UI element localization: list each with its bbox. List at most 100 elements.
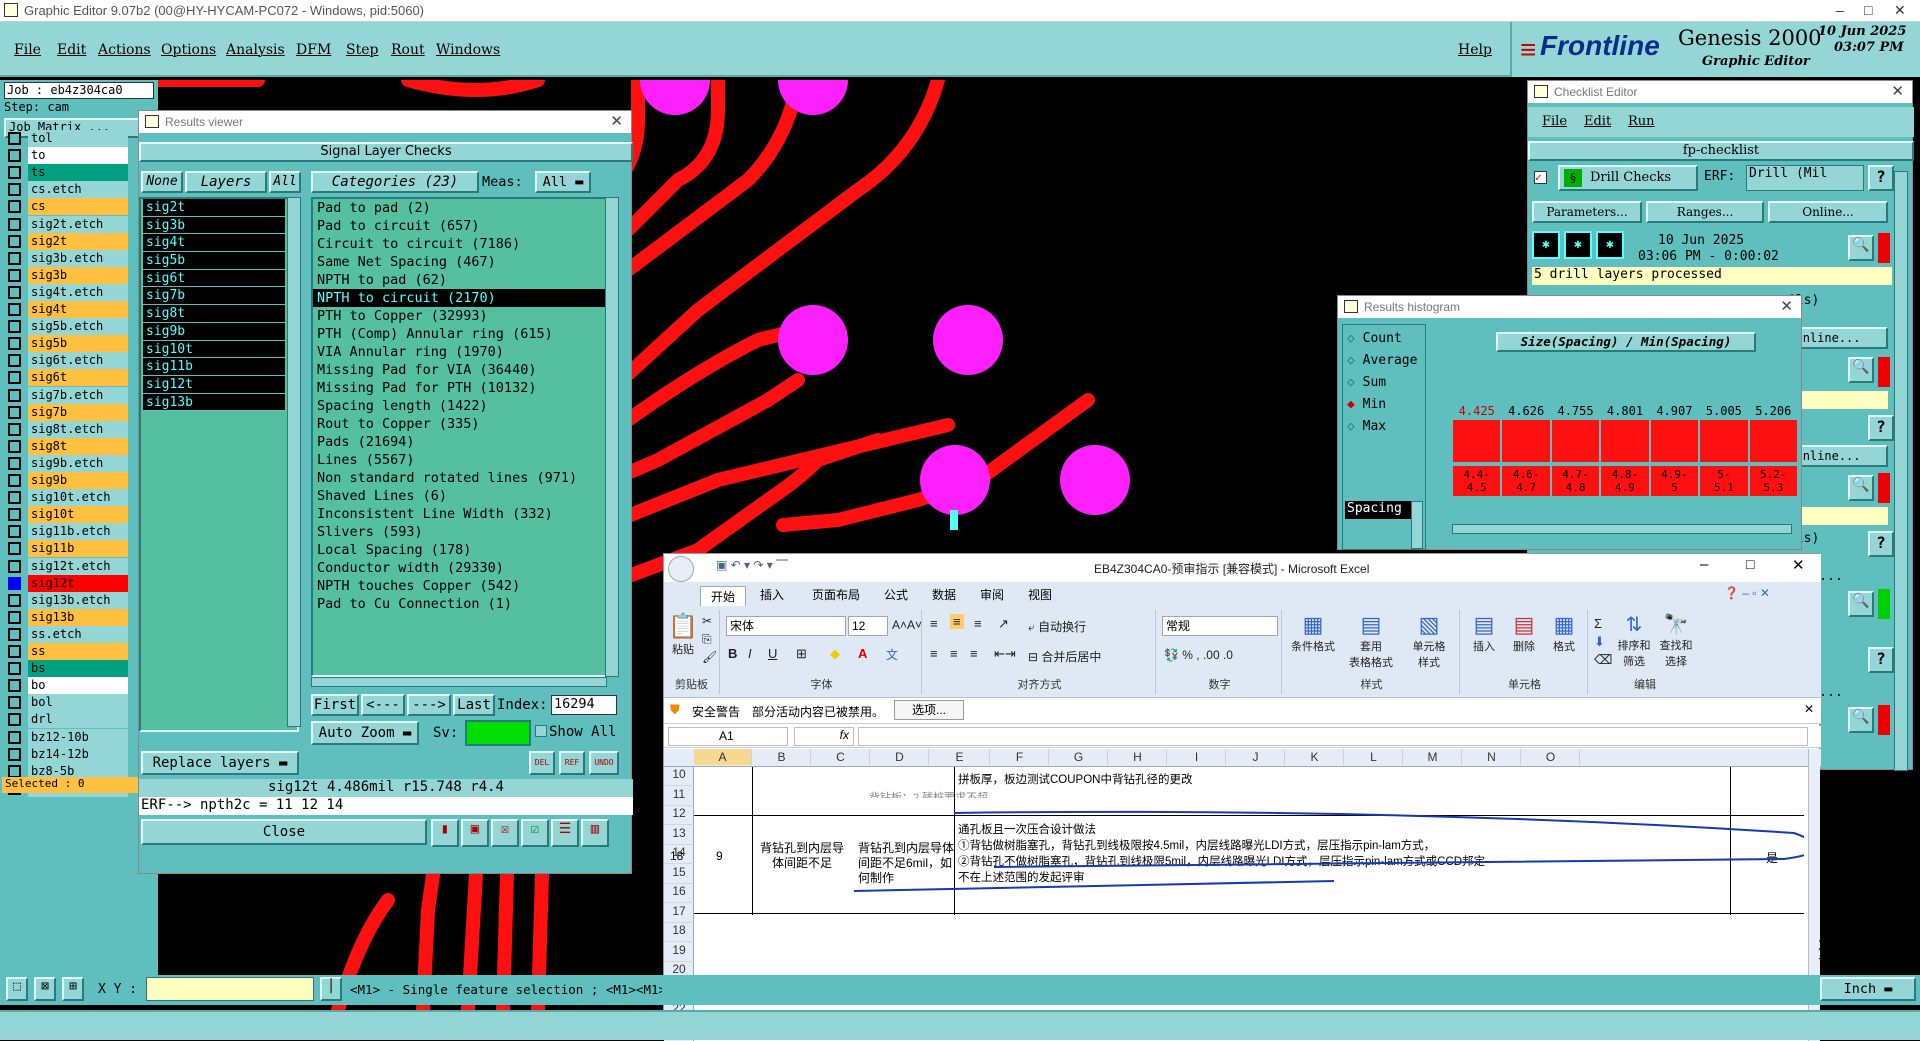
layer-checkbox[interactable]: [8, 268, 21, 282]
run-remote-icon[interactable]: ✱: [1596, 231, 1624, 259]
layer-row[interactable]: cs.etch: [6, 181, 128, 199]
layer-name[interactable]: ss: [28, 643, 128, 660]
drill-checks-button[interactable]: § Drill Checks: [1558, 165, 1698, 191]
layer-checkbox[interactable]: [8, 730, 21, 744]
category-item[interactable]: Non standard rotated lines (971): [313, 469, 605, 487]
layer-row[interactable]: tol: [6, 130, 128, 147]
italic-icon[interactable]: I: [748, 646, 752, 661]
menu-options[interactable]: Options: [161, 42, 216, 58]
align-left-icon[interactable]: ≡: [930, 646, 938, 661]
checklist-menu-run[interactable]: Run: [1628, 114, 1655, 129]
layer-name[interactable]: sig13b.etch: [28, 591, 128, 609]
cut-icon[interactable]: ✂: [702, 614, 712, 628]
layer-checkbox[interactable]: [8, 337, 21, 351]
minimize-button[interactable]: –: [1836, 2, 1844, 18]
ribbon-tab[interactable]: 插入: [760, 586, 784, 603]
layer-checkbox[interactable]: [8, 713, 21, 727]
layer-name[interactable]: cs: [28, 198, 128, 216]
checklist-help-button-4[interactable]: ?: [1868, 647, 1894, 673]
excel-help-icon[interactable]: ❓ – ▫ ✕: [1724, 586, 1770, 600]
layer-checkbox[interactable]: [8, 747, 21, 761]
column-header[interactable]: H: [1109, 749, 1167, 765]
layer-name[interactable]: sig6t: [28, 369, 128, 387]
layer-name[interactable]: sig8t.etch: [28, 420, 128, 438]
column-header[interactable]: D: [871, 749, 929, 765]
layer-checkbox[interactable]: [8, 508, 21, 522]
find-select-button[interactable]: 🔭 查找和 选择: [1656, 612, 1696, 669]
orientation-icon[interactable]: ↗: [998, 616, 1009, 632]
layer-row[interactable]: sig10t.etch: [6, 489, 128, 507]
menu-edit[interactable]: Edit: [57, 42, 86, 58]
layer-name[interactable]: sig9b: [28, 472, 128, 489]
layer-name[interactable]: sig10t: [28, 506, 128, 524]
layer-name[interactable]: sig7b: [28, 403, 128, 421]
zoom-results-icon-3[interactable]: 🔍: [1848, 475, 1874, 501]
layer-checkbox[interactable]: [8, 474, 21, 487]
del-button[interactable]: DEL: [529, 751, 555, 775]
row-header[interactable]: 10: [664, 767, 694, 786]
layer-row[interactable]: bz14-12b: [6, 745, 128, 763]
meas-dropdown[interactable]: All ▬: [535, 171, 591, 193]
layer-row[interactable]: ss: [6, 643, 128, 660]
layer-row[interactable]: sig12t.etch: [6, 557, 128, 575]
check-enabled-checkbox[interactable]: ✓: [1534, 171, 1547, 184]
category-item[interactable]: Shaved Lines (6): [313, 487, 605, 505]
layer-row[interactable]: bz12-10b: [6, 728, 128, 746]
category-item[interactable]: Slivers (593): [313, 523, 605, 541]
align-bottom-icon[interactable]: ≡: [974, 616, 982, 631]
histogram-bar[interactable]: [1453, 420, 1501, 462]
layer-checkbox[interactable]: [8, 285, 21, 299]
close-button[interactable]: ✕: [1894, 2, 1906, 19]
category-item[interactable]: PTH (Comp) Annular ring (615): [313, 325, 605, 343]
histogram-option[interactable]: ◇ Count: [1347, 331, 1402, 346]
layer-checkbox[interactable]: [8, 679, 21, 693]
layer-checkbox[interactable]: [8, 525, 21, 539]
close-results-button[interactable]: Close: [141, 819, 427, 845]
histogram-bin-label[interactable]: 4.6- 4.7: [1502, 466, 1550, 496]
formula-input[interactable]: [858, 727, 1808, 746]
category-item[interactable]: Missing Pad for VIA (36440): [313, 361, 605, 379]
prev-button[interactable]: <---: [361, 694, 405, 716]
layer-row[interactable]: drl: [6, 711, 128, 729]
auto-zoom-dropdown[interactable]: Auto Zoom ▬: [311, 721, 419, 745]
histogram-close-icon[interactable]: ✕: [1780, 296, 1793, 318]
maximize-button[interactable]: □: [1864, 2, 1872, 18]
number-format-icons[interactable]: 💱 % , .00 .0: [1164, 648, 1233, 662]
ribbon-tab[interactable]: 视图: [1028, 586, 1052, 603]
layer-row[interactable]: sig7b.etch: [6, 386, 128, 404]
histogram-bar[interactable]: [1700, 420, 1748, 462]
align-center-icon[interactable]: ≡: [950, 646, 958, 661]
sv-color-dropdown[interactable]: [465, 720, 531, 746]
layer-name[interactable]: ss.etch: [28, 625, 128, 643]
report-icon[interactable]: ☰: [551, 819, 579, 847]
row-header[interactable]: 19: [664, 943, 694, 962]
format-cells-button[interactable]: ▦ 格式: [1546, 612, 1582, 654]
histogram-bar[interactable]: [1502, 420, 1550, 462]
column-header[interactable]: F: [991, 749, 1049, 765]
bold-icon[interactable]: B: [728, 646, 737, 661]
histogram-hscroll[interactable]: [1452, 524, 1792, 534]
signal-layer-list[interactable]: sig2t sig3b sig4t sig5b sig6t sig7b sig8t sig9b…: [139, 197, 299, 732]
histogram-bar[interactable]: [1650, 420, 1699, 462]
column-header[interactable]: C: [812, 749, 870, 765]
font-size-dropdown[interactable]: 12: [848, 616, 888, 636]
layer-name[interactable]: sig9b.etch: [28, 454, 128, 472]
layer-row[interactable]: ts: [6, 164, 128, 182]
category-item[interactable]: Same Net Spacing (467): [313, 253, 605, 271]
histogram-bin-label[interactable]: 5- 5.1: [1700, 466, 1748, 496]
signal-layer-item[interactable]: sig3b: [143, 216, 285, 235]
zoom-tool-icon[interactable]: ⊠: [34, 977, 56, 1001]
layer-checkbox[interactable]: [8, 542, 21, 556]
layer-name[interactable]: sig2t.etch: [28, 215, 128, 233]
ribbon-tab[interactable]: 开始: [700, 586, 747, 607]
first-button[interactable]: First: [311, 694, 359, 716]
name-box[interactable]: A1: [668, 727, 788, 746]
column-header[interactable]: I: [1168, 749, 1226, 765]
layer-name[interactable]: bol: [28, 694, 128, 712]
grid-tool-icon[interactable]: ⊞: [62, 977, 84, 1001]
border-icon[interactable]: ⊞: [796, 646, 807, 662]
histogram-bar[interactable]: [1749, 420, 1797, 462]
none-button[interactable]: None: [141, 171, 183, 193]
copy-icon[interactable]: ⎘: [702, 632, 712, 647]
results-viewer-close-icon[interactable]: ✕: [610, 111, 623, 133]
